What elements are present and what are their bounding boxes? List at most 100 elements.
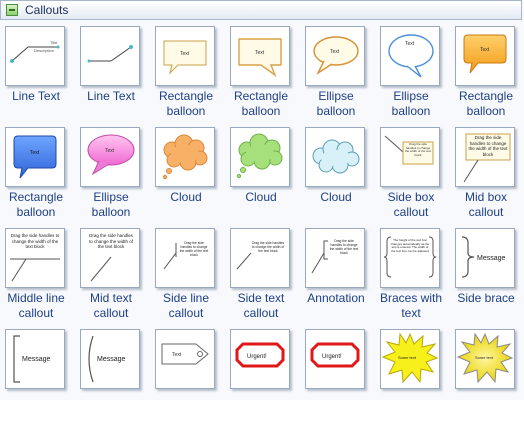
shape-label: Line Text [12,89,60,103]
shape-mid-text-callout[interactable]: Drag the side handles to change the widt… [75,222,150,323]
callout-text: Drag the side handles to change the widt… [329,239,359,255]
shape-grid: Title Description Line Text Line Text Te… [0,20,524,400]
balloon-text: Text [255,50,265,56]
shape-label: Ellipse balloon [316,89,356,118]
shape-label: Side text callout [237,291,285,320]
balloon-text: Text [330,49,340,55]
shape-starburst-2[interactable]: Some text [450,323,524,424]
shape-line-text-2[interactable]: Line Text [75,20,150,121]
callout-text: Drag the side handles to change the widt… [468,135,508,157]
shape-parenthesis[interactable]: Message [75,323,150,424]
shape-annotation[interactable]: Drag the side handles to change the widt… [300,222,375,323]
shape-label: Side line callout [162,291,210,320]
ellipse-balloon-icon: Text [380,26,440,86]
shape-label: Cloud [245,190,277,204]
starburst-icon: Some text [380,329,440,389]
shape-middle-line-callout[interactable]: Drag the side handles to change the widt… [0,222,75,323]
cloud-icon [155,127,215,187]
shape-label: Middle line callout [7,291,65,320]
cloud-icon [305,127,365,187]
shape-urgent-badge-2[interactable]: Urgent! [300,323,375,424]
rectangle-balloon-icon: Text [455,26,515,86]
shape-label: Mid text callout [89,291,132,320]
side-box-callout-icon: Drag the side handles to change the widt… [380,127,440,187]
urgent-badge-icon: Urgent! [230,329,290,389]
shape-side-brace[interactable]: Message Side brace [450,222,524,323]
shape-cloud-2[interactable]: Cloud [225,121,300,222]
brace-text: Message [477,255,506,262]
shape-bracket[interactable]: Message [0,323,75,424]
shape-label: Rectangle balloon [158,89,214,118]
shape-starburst-1[interactable]: Some text [375,323,450,424]
balloon-text: Text [105,148,115,154]
callout-text: Drag the side handles to change the widt… [10,233,60,249]
shape-side-text-callout[interactable]: Drag the side handles to change the widt… [225,222,300,323]
library-title: Callouts [25,3,69,17]
library-header[interactable]: Callouts [0,0,522,20]
shape-label: Cloud [320,190,352,204]
line-text-title: Title [50,40,58,45]
shape-label: Rectangle balloon [233,89,289,118]
parenthesis-icon: Message [80,329,140,389]
shape-label: Mid box callout [464,190,508,219]
shape-side-box-callout[interactable]: Drag the side handles to change the widt… [375,121,450,222]
tag-icon: Text [155,329,215,389]
mid-box-callout-icon: Drag the side handles to change the widt… [455,127,515,187]
callout-text: The height of the text box changes autom… [390,239,430,254]
starburst-text: Some text [398,355,417,360]
callout-text: Drag the side handles to change the widt… [251,241,285,253]
shape-label: Rectangle balloon [8,190,64,219]
badge-text: Urgent! [247,354,267,360]
badge-text: Urgent! [322,354,342,360]
shape-cloud-1[interactable]: Cloud [150,121,225,222]
urgent-badge-icon: Urgent! [305,329,365,389]
cloud-icon [230,127,290,187]
callout-text: Drag the side handles to change the widt… [88,233,134,249]
mid-text-callout-icon: Drag the side handles to change the widt… [80,228,140,288]
bracket-text: Message [22,356,51,363]
shape-urgent-badge-1[interactable]: Urgent! [225,323,300,424]
starburst-icon: Some text [455,329,515,389]
callouts-stencil-icon [6,4,18,16]
balloon-text: Text [180,51,190,57]
shape-side-line-callout[interactable]: Drag the side handles to change the widt… [150,222,225,323]
callout-text: Drag the side handles to change the widt… [179,241,209,257]
shape-line-text-1[interactable]: Title Description Line Text [0,20,75,121]
shape-rectangle-balloon-2[interactable]: Text Rectangle balloon [225,20,300,121]
braces-with-text-icon: The height of the text box changes autom… [380,228,440,288]
parenthesis-text: Message [97,356,126,363]
bracket-icon: Message [5,329,65,389]
shape-mid-box-callout[interactable]: Drag the side handles to change the widt… [450,121,524,222]
side-text-callout-icon: Drag the side handles to change the widt… [230,228,290,288]
shape-ellipse-balloon-1[interactable]: Text Ellipse balloon [300,20,375,121]
shape-rectangle-balloon-1[interactable]: Text Rectangle balloon [150,20,225,121]
middle-line-callout-icon: Drag the side handles to change the widt… [5,228,65,288]
shape-rectangle-balloon-3[interactable]: Text Rectangle balloon [450,20,524,121]
shape-braces-with-text[interactable]: The height of the text box changes autom… [375,222,450,323]
callouts-library-panel: Callouts Title Description Line Text Lin… [0,0,524,400]
ellipse-balloon-icon: Text [305,26,365,86]
shape-label: Rectangle balloon [458,89,514,118]
line-text-icon: Title Description [5,26,65,86]
shape-label: Ellipse balloon [91,190,131,219]
ellipse-balloon-icon: Text [80,127,140,187]
annotation-icon: Drag the side handles to change the widt… [305,228,365,288]
shape-cloud-3[interactable]: Cloud [300,121,375,222]
shape-label: Cloud [170,190,202,204]
line-text-description: Description [34,48,54,53]
callout-text: Drag the side handles to change the widt… [404,143,431,157]
line-text-icon [80,26,140,86]
rectangle-balloon-icon: Text [5,127,65,187]
tag-text: Text [172,352,182,358]
shape-ellipse-balloon-3[interactable]: Text Ellipse balloon [75,121,150,222]
shape-tag[interactable]: Text [150,323,225,424]
rectangle-balloon-icon: Text [230,26,290,86]
shape-label: Ellipse balloon [391,89,431,118]
shape-rectangle-balloon-4[interactable]: Text Rectangle balloon [0,121,75,222]
shape-label: Braces with text [379,291,443,320]
shape-ellipse-balloon-2[interactable]: Text Ellipse balloon [375,20,450,121]
rectangle-balloon-icon: Text [155,26,215,86]
side-line-callout-icon: Drag the side handles to change the widt… [155,228,215,288]
side-brace-icon: Message [455,228,515,288]
shape-label: Line Text [87,89,135,103]
